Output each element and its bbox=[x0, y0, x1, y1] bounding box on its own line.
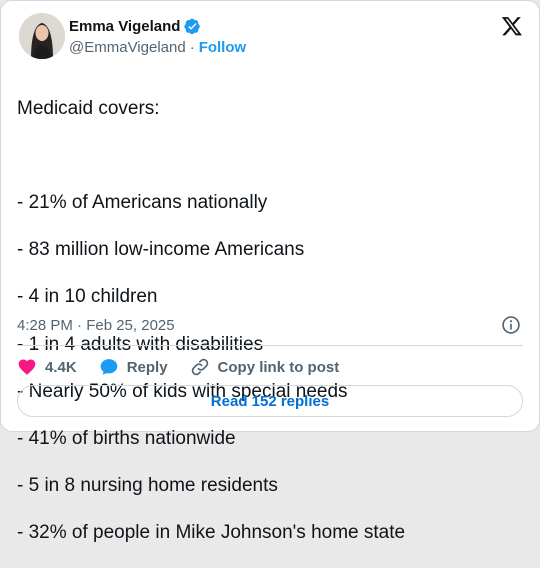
tweet-line: - 83 million low-income Americans bbox=[17, 239, 305, 261]
tweet-line: - 41% of births nationwide bbox=[17, 427, 236, 449]
author-name[interactable]: Emma Vigeland bbox=[69, 18, 180, 35]
read-replies-label: Read 152 replies bbox=[210, 392, 330, 410]
timestamp-text[interactable]: 4:28 PM · Feb 25, 2025 bbox=[17, 317, 175, 334]
reply-bubble-icon bbox=[100, 359, 118, 375]
separator-dot: · bbox=[189, 38, 195, 56]
tweet-line: - 5 in 8 nursing home residents bbox=[17, 475, 278, 497]
reply-button[interactable]: Reply bbox=[99, 357, 168, 377]
author-names: Emma Vigeland @EmmaVigeland · Follow bbox=[69, 17, 246, 56]
action-bar: 4.4K Reply Copy link to post bbox=[17, 355, 361, 379]
copy-link-button[interactable]: Copy link to post bbox=[190, 357, 340, 377]
timestamp[interactable]: 4:28 PM · Feb 25, 2025 bbox=[17, 317, 175, 334]
copy-link-label: Copy link to post bbox=[217, 358, 340, 376]
like-button[interactable]: 4.4K bbox=[17, 357, 77, 377]
tweet-header: Emma Vigeland @EmmaVigeland · Follow bbox=[17, 13, 523, 61]
author-handle[interactable]: @EmmaVigeland bbox=[69, 39, 186, 56]
divider bbox=[17, 345, 523, 346]
tweet-line: - 21% of Americans nationally bbox=[17, 191, 268, 213]
avatar[interactable] bbox=[19, 13, 65, 59]
x-logo-icon[interactable] bbox=[501, 15, 523, 37]
tweet-card: Emma Vigeland @EmmaVigeland · Follow Med… bbox=[0, 0, 540, 543]
verified-badge-icon bbox=[184, 18, 201, 34]
read-replies-button[interactable]: Read 152 replies bbox=[17, 385, 523, 417]
tweet-line: Medicaid covers: bbox=[17, 97, 160, 119]
link-icon bbox=[191, 358, 208, 376]
follow-button[interactable]: Follow bbox=[199, 39, 247, 56]
tweet-line: - 4 in 10 children bbox=[17, 286, 158, 308]
tweet-line: - 32% of people in Mike Johnson's home s… bbox=[17, 522, 406, 544]
info-icon[interactable] bbox=[501, 315, 521, 335]
heart-icon bbox=[18, 359, 36, 375]
like-count: 4.4K bbox=[45, 358, 77, 376]
tweet-line bbox=[17, 144, 525, 168]
reply-label: Reply bbox=[126, 358, 168, 376]
